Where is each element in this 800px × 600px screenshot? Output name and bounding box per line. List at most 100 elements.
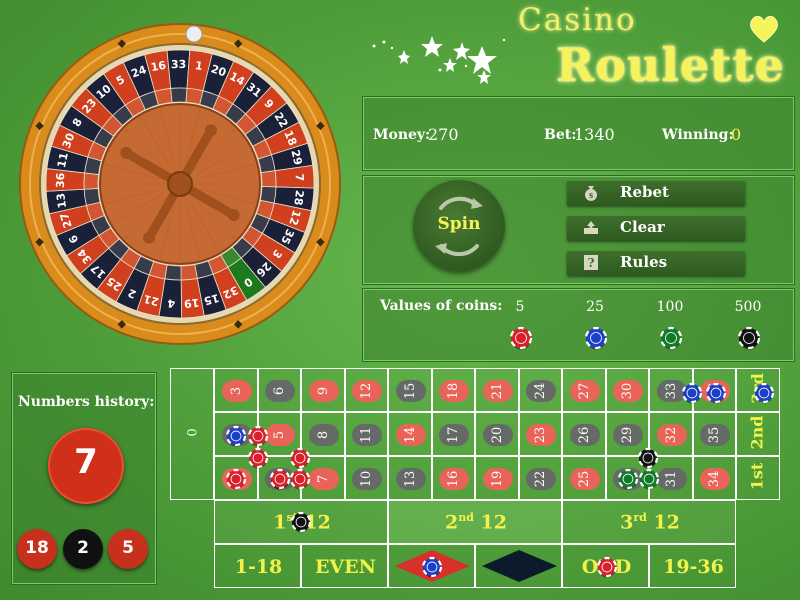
bet-number-34[interactable]: 34 xyxy=(692,456,736,500)
coin-500[interactable] xyxy=(737,326,761,350)
odd-label: ODD xyxy=(581,556,632,578)
bet-dozen-3[interactable]: 3rd 12 xyxy=(562,500,736,544)
dozen-1-ordinal: 1 xyxy=(273,511,287,534)
coin-5[interactable] xyxy=(509,326,533,350)
bet-number-2[interactable]: 2 xyxy=(214,412,258,456)
bet-black[interactable] xyxy=(475,544,562,588)
money-bag-icon: $ xyxy=(585,186,597,201)
bet-number-28[interactable]: 28 xyxy=(605,456,649,500)
dozen-1-value: 12 xyxy=(304,511,331,534)
bet-number-3[interactable]: 3 xyxy=(214,368,258,412)
wheel-group: 0321519421225173462713361130823105 24 16 33… xyxy=(19,23,341,345)
bet-high[interactable]: 19-36 xyxy=(649,544,736,588)
rebet-button[interactable]: $ Rebet xyxy=(567,181,745,205)
stars-decoration xyxy=(372,36,506,84)
bet-number-18[interactable]: 18 xyxy=(431,368,475,412)
bet-number-25[interactable]: 25 xyxy=(562,456,606,500)
bet-even[interactable]: EVEN xyxy=(301,544,388,588)
winning-label: Winning: xyxy=(662,127,734,143)
bet-number-13[interactable]: 13 xyxy=(388,456,432,500)
bet-label: Bet: xyxy=(544,127,577,143)
number-label: 30 xyxy=(613,380,644,402)
svg-text:?: ? xyxy=(587,256,594,270)
bet-number-11[interactable]: 11 xyxy=(344,412,388,456)
red-diamond xyxy=(395,550,470,582)
bet-number-16[interactable]: 16 xyxy=(431,456,475,500)
spin-label: Spin xyxy=(437,214,481,234)
bet-number-8[interactable]: 8 xyxy=(301,412,345,456)
bet-number-14[interactable]: 14 xyxy=(388,412,432,456)
bet-number-1[interactable]: 1 xyxy=(214,456,258,500)
number-label: 27 xyxy=(569,380,600,402)
number-label: 14 xyxy=(395,424,426,446)
number-label: 21 xyxy=(482,380,513,402)
bet-number-23[interactable]: 23 xyxy=(518,412,562,456)
money-value: 270 xyxy=(428,125,459,144)
high-label: 19-36 xyxy=(663,556,724,578)
dozen-2-label: 2nd 12 xyxy=(389,511,563,533)
rules-label: Rules xyxy=(620,253,668,271)
clear-icon xyxy=(584,221,598,234)
number-label: 26 xyxy=(569,424,600,446)
bet-dozen-2[interactable]: 2nd 12 xyxy=(388,500,562,544)
bet-red[interactable] xyxy=(388,544,475,588)
bet-number-4[interactable]: 4 xyxy=(257,456,301,500)
bet-odd[interactable]: ODD xyxy=(562,544,649,588)
bet-number-22[interactable]: 22 xyxy=(518,456,562,500)
rules-button[interactable]: ? Rules xyxy=(567,251,745,275)
bet-low[interactable]: 1-18 xyxy=(214,544,301,588)
bet-number-26[interactable]: 26 xyxy=(562,412,606,456)
spin-button[interactable]: Spin xyxy=(413,180,505,272)
bet-number-24[interactable]: 24 xyxy=(518,368,562,412)
bet-number-17[interactable]: 17 xyxy=(431,412,475,456)
number-label: 1 xyxy=(221,468,252,490)
history-number-2: 5 xyxy=(122,538,134,558)
dozen-3-suffix: rd xyxy=(633,511,647,524)
bet-number-10[interactable]: 10 xyxy=(344,456,388,500)
bet-column-3[interactable]: 3rd xyxy=(736,368,780,412)
bet-number-9[interactable]: 9 xyxy=(301,368,345,412)
dozen-2-ordinal: 2 xyxy=(444,511,459,534)
bet-number-33[interactable]: 33 xyxy=(649,368,693,412)
wheel-number: 4 xyxy=(167,296,176,310)
bet-number-5[interactable]: 5 xyxy=(257,412,301,456)
dozen-3-value: 12 xyxy=(653,511,680,534)
column-2-label: 2nd xyxy=(747,415,767,450)
coin-25[interactable] xyxy=(584,326,608,350)
bet-number-12[interactable]: 12 xyxy=(344,368,388,412)
bet-number-29[interactable]: 29 xyxy=(605,412,649,456)
bet-number-20[interactable]: 20 xyxy=(475,412,519,456)
wheel-number: 7 xyxy=(293,173,306,181)
bet-dozen-1[interactable]: 1st 12 xyxy=(214,500,388,544)
coin-100[interactable] xyxy=(659,326,683,350)
bet-column-1[interactable]: 1st xyxy=(736,456,780,500)
bet-number-19[interactable]: 19 xyxy=(475,456,519,500)
dozen-2-suffix: nd xyxy=(458,511,474,524)
bet-cell-zero[interactable]: 0 xyxy=(170,368,214,500)
bet-number-21[interactable]: 21 xyxy=(475,368,519,412)
dozen-2-value: 12 xyxy=(480,511,507,534)
history-ball-1: 2 xyxy=(63,529,103,569)
svg-text:$: $ xyxy=(589,191,594,200)
number-label: 18 xyxy=(439,380,470,402)
coin-selector xyxy=(509,326,761,350)
bet-number-36[interactable]: 36 xyxy=(692,368,736,412)
bet-number-7[interactable]: 7 xyxy=(301,456,345,500)
bet-number-15[interactable]: 15 xyxy=(388,368,432,412)
bet-number-30[interactable]: 30 xyxy=(605,368,649,412)
number-label: 10 xyxy=(352,468,383,490)
bet-column-2[interactable]: 2nd xyxy=(736,412,780,456)
bet-number-32[interactable]: 32 xyxy=(649,412,693,456)
clear-button[interactable]: Clear xyxy=(567,216,745,240)
number-label: 19 xyxy=(482,468,513,490)
number-label: 31 xyxy=(656,468,687,490)
heart-icon xyxy=(750,15,778,43)
bet-number-31[interactable]: 31 xyxy=(649,456,693,500)
number-label: 4 xyxy=(265,468,296,490)
bet-number-6[interactable]: 6 xyxy=(257,368,301,412)
even-label: EVEN xyxy=(314,556,377,578)
bet-number-35[interactable]: 35 xyxy=(692,412,736,456)
history-label: Numbers history: xyxy=(18,394,155,410)
stats-panel: Money: 270 Bet: 1340 Winning: 0 xyxy=(362,96,795,171)
bet-number-27[interactable]: 27 xyxy=(562,368,606,412)
